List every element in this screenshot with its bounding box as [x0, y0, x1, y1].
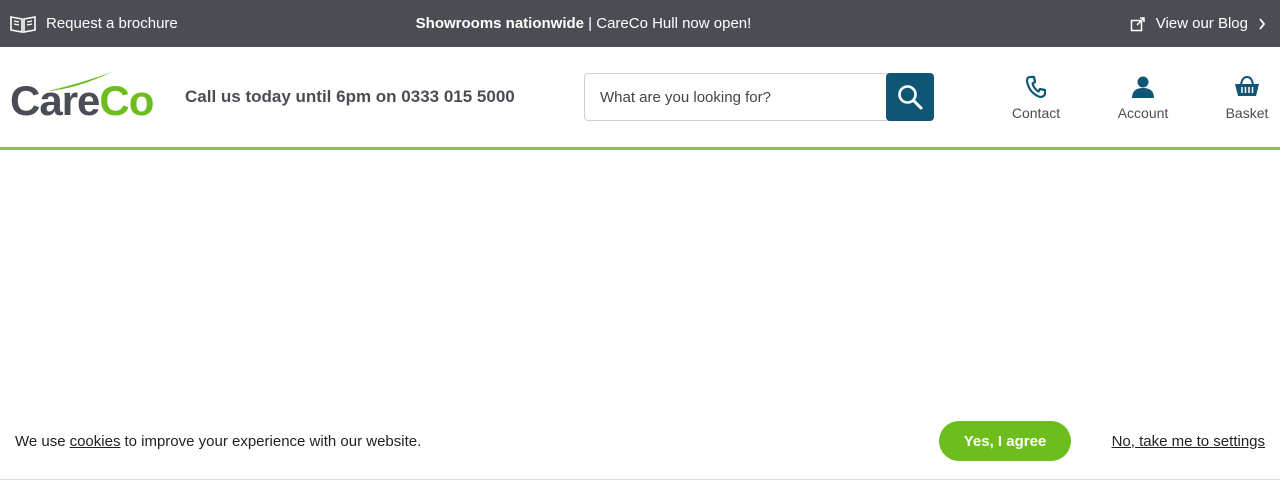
careco-logo[interactable]: CareCo — [10, 71, 154, 127]
search-input[interactable] — [584, 73, 894, 121]
phone-icon — [1025, 75, 1047, 99]
cookie-agree-button[interactable]: Yes, I agree — [939, 421, 1071, 461]
logo-wordmark: CareCo — [10, 77, 154, 125]
search-bar — [584, 73, 934, 121]
account-label: Account — [1117, 105, 1169, 121]
basket-link[interactable]: Basket — [1212, 75, 1280, 121]
chevron-right-icon — [1259, 17, 1266, 30]
cookie-message: We use cookies to improve your experienc… — [15, 402, 421, 480]
search-icon — [898, 85, 923, 110]
cookie-settings-link[interactable]: No, take me to settings — [1112, 402, 1265, 480]
contact-link[interactable]: Contact — [1001, 75, 1071, 121]
phone-callout: Call us today until 6pm on 0333 015 5000 — [185, 87, 515, 106]
announcement: Showrooms nationwide | CareCo Hull now o… — [0, 0, 1167, 47]
cookie-text-after: to improve your experience with our webs… — [124, 432, 422, 450]
logo-part-co: Co — [99, 77, 154, 124]
cookies-link[interactable]: cookies — [70, 433, 121, 450]
user-icon — [1132, 76, 1154, 98]
announcement-text: | CareCo Hull now open! — [584, 15, 752, 32]
search-button[interactable] — [886, 73, 934, 121]
cookie-banner: We use cookies to improve your experienc… — [0, 402, 1280, 480]
view-blog-label: View our Blog — [1155, 15, 1248, 32]
site-header: CareCo Call us today until 6pm on 0333 0… — [0, 47, 1280, 150]
basket-icon — [1235, 75, 1259, 96]
account-link[interactable]: Account — [1108, 75, 1178, 121]
announcement-bold: Showrooms nationwide — [415, 15, 584, 32]
basket-label: Basket — [1225, 105, 1269, 121]
logo-part-care: Care — [10, 77, 100, 124]
cookie-text-before: We use — [15, 432, 66, 450]
contact-label: Contact — [1011, 105, 1061, 121]
top-bar: Request a brochure Showrooms nationwide … — [0, 0, 1280, 47]
external-link-icon — [1130, 16, 1145, 31]
view-blog-link[interactable]: View our Blog — [1130, 0, 1266, 47]
